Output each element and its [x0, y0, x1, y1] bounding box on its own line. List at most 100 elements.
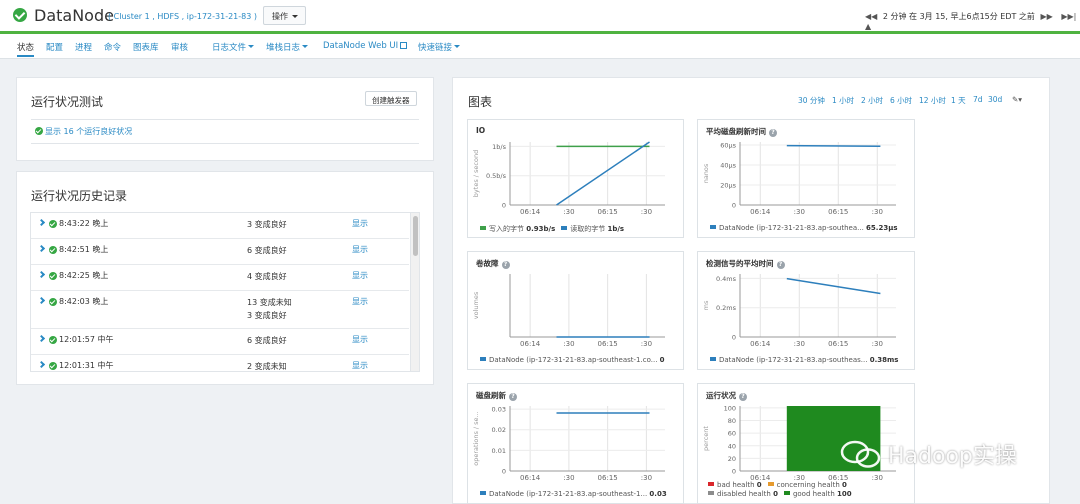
chart-disk-flush: 磁盘刷新? operations / se... 06:14:30 06:15:30…: [467, 383, 684, 504]
divider: [31, 119, 419, 120]
legend-swatch: [783, 491, 790, 495]
legend-value: 0: [756, 481, 762, 489]
tab-quick-links-label: 快速链接: [418, 43, 453, 53]
axis-label: bytes / second: [472, 150, 480, 197]
legend-swatch: [767, 482, 774, 486]
legend-item[interactable]: DataNode (ip-172-31-21-83.ap-southea... …: [710, 224, 898, 232]
page-subtitle-link[interactable]: ( Cluster 1 , HDFS , ip-172-31-21-83 ): [108, 12, 257, 21]
y-tick-label: 0.03: [492, 406, 506, 414]
tab-config[interactable]: 配置: [46, 41, 63, 53]
show-good-health-link[interactable]: 显示 16 个运行良好状况: [35, 126, 132, 137]
rewind-icon[interactable]: ◀◀: [865, 12, 877, 21]
chevron-right-icon[interactable]: [37, 296, 46, 305]
chart-heartbeat-time: 检测信号的平均时间? ms 06:14:30 06:15:30 0 0.2ms 0.4ms…: [697, 251, 915, 370]
range-1h[interactable]: 1 小时: [832, 95, 854, 106]
legend-item[interactable]: disabled health 0: [708, 490, 778, 498]
legend-item[interactable]: 写入的字节 0.93b/s: [480, 225, 555, 233]
chevron-right-icon[interactable]: [37, 360, 46, 369]
legend-item[interactable]: good health 100: [783, 490, 852, 498]
x-tick-label: :30: [641, 340, 652, 348]
page-header: DataNode ( Cluster 1 , HDFS , ip-172-31-…: [0, 0, 1080, 33]
history-row: 8:42:51 晚上 6 变成良好 显示: [31, 239, 409, 265]
history-row: 8:42:03 晚上 13 变成未知 3 变成良好 显示: [31, 291, 409, 329]
range-30d[interactable]: 30d: [988, 95, 1002, 104]
chevron-down-icon: [248, 45, 255, 51]
chevron-right-icon[interactable]: [37, 218, 46, 227]
x-tick-label: :30: [872, 208, 883, 216]
tab-quick-links[interactable]: 快速链接: [418, 41, 461, 53]
show-link[interactable]: 显示: [352, 360, 368, 371]
histogram-icon[interactable]: ▲: [865, 22, 871, 31]
legend-item[interactable]: concerning health 0: [767, 481, 847, 489]
legend-swatch: [710, 225, 716, 229]
legend-swatch: [708, 482, 714, 486]
legend-item[interactable]: 读取的字节 1b/s: [561, 225, 624, 233]
x-tick-label: :30: [563, 208, 574, 216]
chart-legend: DataNode (ip-172-31-21-83.ap-southea... …: [710, 224, 904, 232]
history-scrollbar[interactable]: [410, 213, 419, 371]
jump-end-icon[interactable]: ▶▶|: [1061, 12, 1076, 21]
range-1d[interactable]: 1 天: [951, 95, 966, 106]
x-tick-label: 06:15: [598, 474, 618, 482]
legend-item[interactable]: DataNode (ip-172-31-21-83.ap-southeast-1…: [480, 490, 667, 498]
chevron-right-icon[interactable]: [37, 270, 46, 279]
y-tick-label: 0.2ms: [716, 304, 737, 312]
history-row: 12:01:31 中午 2 变成未知 显示: [31, 355, 409, 371]
legend-value: 65.23µs: [866, 224, 898, 232]
show-link[interactable]: 显示: [352, 270, 368, 281]
history-status: 6 变成良好: [247, 246, 287, 255]
history-time: 8:43:22 晚上: [59, 219, 109, 228]
chart-plot: ms 06:14:30 06:15:30 0 0.2ms 0.4ms: [702, 274, 896, 348]
range-7d[interactable]: 7d: [973, 95, 983, 104]
actions-dropdown[interactable]: 操作: [263, 6, 306, 25]
legend-value: 0.93b/s: [526, 225, 556, 233]
history-time: 8:42:25 晚上: [59, 271, 109, 280]
chevron-right-icon[interactable]: [37, 244, 46, 253]
legend-swatch: [710, 357, 716, 361]
show-link[interactable]: 显示: [352, 244, 368, 255]
watermark-text: Hadoop实操: [888, 444, 1017, 469]
range-30m[interactable]: 30 分钟: [798, 95, 825, 106]
tab-commands[interactable]: 命令: [104, 41, 121, 53]
range-2h[interactable]: 2 小时: [861, 95, 883, 106]
legend-item[interactable]: DataNode (ip-172-31-21-83.ap-southeas...…: [710, 356, 898, 364]
nav-bar: 状态 配置 进程 命令 图表库 审核 日志文件 堆栈日志 DataNode We…: [0, 34, 1080, 59]
show-link[interactable]: 显示: [352, 334, 368, 345]
legend-swatch: [561, 226, 568, 230]
x-tick-label: :30: [641, 208, 652, 216]
tab-status[interactable]: 状态: [17, 41, 35, 57]
tab-stack-logs[interactable]: 堆栈日志: [266, 41, 309, 53]
tab-chart-library[interactable]: 图表库: [133, 41, 159, 53]
x-tick-label: 06:14: [750, 208, 771, 216]
check-circle-icon: [49, 246, 57, 254]
tab-log-files-label: 日志文件: [212, 43, 247, 53]
x-tick-label: 06:14: [520, 208, 541, 216]
tab-log-files[interactable]: 日志文件: [212, 41, 255, 53]
range-6h[interactable]: 6 小时: [890, 95, 912, 106]
check-circle-icon: [49, 336, 57, 344]
show-good-health-label: 显示 16 个运行良好状况: [45, 127, 133, 136]
tab-web-ui[interactable]: DataNode Web UI: [323, 41, 408, 51]
tab-audit[interactable]: 审核: [171, 41, 188, 53]
x-tick-label: :30: [563, 474, 574, 482]
forward-icon[interactable]: ▶▶: [1040, 12, 1052, 21]
tab-processes[interactable]: 进程: [75, 41, 92, 53]
x-tick-label: :30: [872, 340, 883, 348]
scrollbar-thumb[interactable]: [413, 216, 418, 256]
time-text: 2 分钟 在 3月 15, 早上6点15分 EDT 之前: [882, 12, 1035, 21]
legend-item[interactable]: bad health 0: [708, 481, 762, 489]
show-link[interactable]: 显示: [352, 296, 368, 307]
show-link[interactable]: 显示: [352, 218, 368, 229]
history-time: 8:42:51 晚上: [59, 245, 109, 254]
range-12h[interactable]: 12 小时: [919, 95, 946, 106]
y-tick-label: 0.02: [492, 426, 506, 434]
y-tick-label: 0: [732, 468, 736, 476]
y-tick-label: 40µs: [720, 162, 736, 170]
chevron-right-icon[interactable]: [37, 334, 46, 343]
legend-label: bad health: [717, 481, 757, 489]
pencil-icon[interactable]: ✎▾: [1012, 95, 1022, 104]
legend-item[interactable]: DataNode (ip-172-31-21-83.ap-southeast-1…: [480, 356, 665, 364]
series-line: [556, 141, 650, 206]
y-tick-label: 20µs: [720, 182, 736, 190]
create-trigger-button[interactable]: 创建触发器: [365, 91, 417, 106]
